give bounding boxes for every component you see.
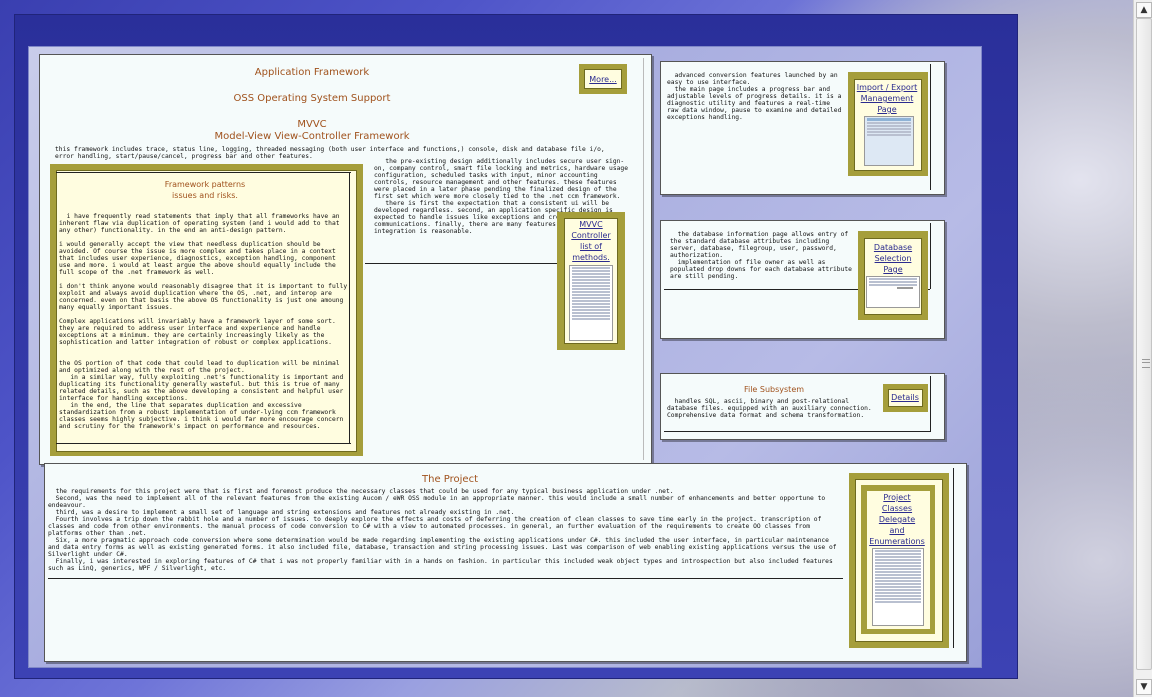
- framework-oss-title: OSS Operating System Support: [233, 93, 391, 104]
- patterns-subtitle: issues and risks.: [172, 191, 238, 200]
- conversion-right-line: [930, 64, 931, 190]
- mvvc-thumbnail: [569, 265, 613, 341]
- file-subsystem-text: handles SQL, ascii, binary and post-rela…: [667, 398, 876, 419]
- project-classes-thumbnail: [872, 548, 924, 626]
- mvvc-link-line[interactable]: Controller: [564, 230, 618, 241]
- patterns-top-line: [56, 172, 351, 173]
- project-classes-link[interactable]: Project Classes Delegate and Enumeration…: [862, 492, 932, 547]
- project-link-line[interactable]: Classes: [862, 503, 932, 514]
- vertical-scrollbar[interactable]: ▲ ▼: [1133, 0, 1152, 697]
- mvvc-link[interactable]: MVVC Controller list of methods.: [564, 219, 618, 263]
- framework-mvvc-subtitle: Model-View View-Controller Framework: [214, 131, 410, 142]
- scrollbar-thumb[interactable]: [1136, 18, 1152, 670]
- database-link-line[interactable]: Database: [860, 242, 926, 253]
- conversion-text: advanced conversion features launched by…: [667, 72, 842, 121]
- database-text: the database information page allows ent…: [670, 231, 852, 280]
- more-link[interactable]: More...: [584, 74, 622, 85]
- import-thumbnail: [864, 116, 914, 166]
- scroll-divider: [643, 58, 644, 460]
- patterns-paragraph: i don't think anyone would reasonably di…: [59, 283, 348, 311]
- import-export-link[interactable]: Import / Export Management Page: [851, 82, 923, 115]
- patterns-right-line: [349, 172, 350, 443]
- details-link[interactable]: Details: [886, 392, 924, 403]
- import-link-line[interactable]: Management: [851, 93, 923, 104]
- framework-title: Application Framework: [254, 67, 370, 78]
- patterns-paragraph: i have frequently read statements that i…: [59, 213, 344, 234]
- database-selection-link[interactable]: Database Selection Page: [860, 242, 926, 275]
- patterns-paragraph: Complex applications will invariably hav…: [59, 318, 340, 346]
- database-right-line: [930, 223, 931, 289]
- project-link-line[interactable]: and: [862, 525, 932, 536]
- mvvc-link-line[interactable]: list of: [564, 241, 618, 252]
- project-link-line[interactable]: Project: [862, 492, 932, 503]
- database-link-line[interactable]: Selection: [860, 253, 926, 264]
- patterns-paragraph: the OS portion of that code that could l…: [59, 360, 344, 430]
- project-right-line: [953, 468, 954, 648]
- grip-icon: [1142, 359, 1150, 368]
- patterns-title: Framework patterns: [164, 180, 246, 189]
- scroll-down-icon[interactable]: ▼: [1136, 679, 1152, 695]
- patterns-paragraph: i would generally accept the view that n…: [59, 241, 340, 276]
- mvvc-link-line[interactable]: methods.: [564, 252, 618, 263]
- file-subsystem-title: File Subsystem: [743, 385, 805, 394]
- import-link-line[interactable]: Page: [851, 104, 923, 115]
- framework-mvvc-title: MVVC: [297, 119, 327, 130]
- database-thumbnail: [866, 276, 920, 308]
- project-text: the requirements for this project were t…: [48, 488, 837, 572]
- scroll-up-icon[interactable]: ▲: [1136, 2, 1152, 18]
- mvvc-link-line[interactable]: MVVC: [564, 219, 618, 230]
- project-link-line[interactable]: Delegate: [862, 514, 932, 525]
- framework-divider: [365, 263, 583, 264]
- project-title: The Project: [422, 474, 478, 485]
- database-link-line[interactable]: Page: [860, 264, 926, 275]
- project-divider: [48, 578, 843, 579]
- file-right-line: [930, 376, 931, 432]
- file-divider: [664, 431, 930, 432]
- patterns-bottom-line: [56, 443, 351, 444]
- import-link-line[interactable]: Import / Export: [851, 82, 923, 93]
- project-link-line[interactable]: Enumerations: [862, 536, 932, 547]
